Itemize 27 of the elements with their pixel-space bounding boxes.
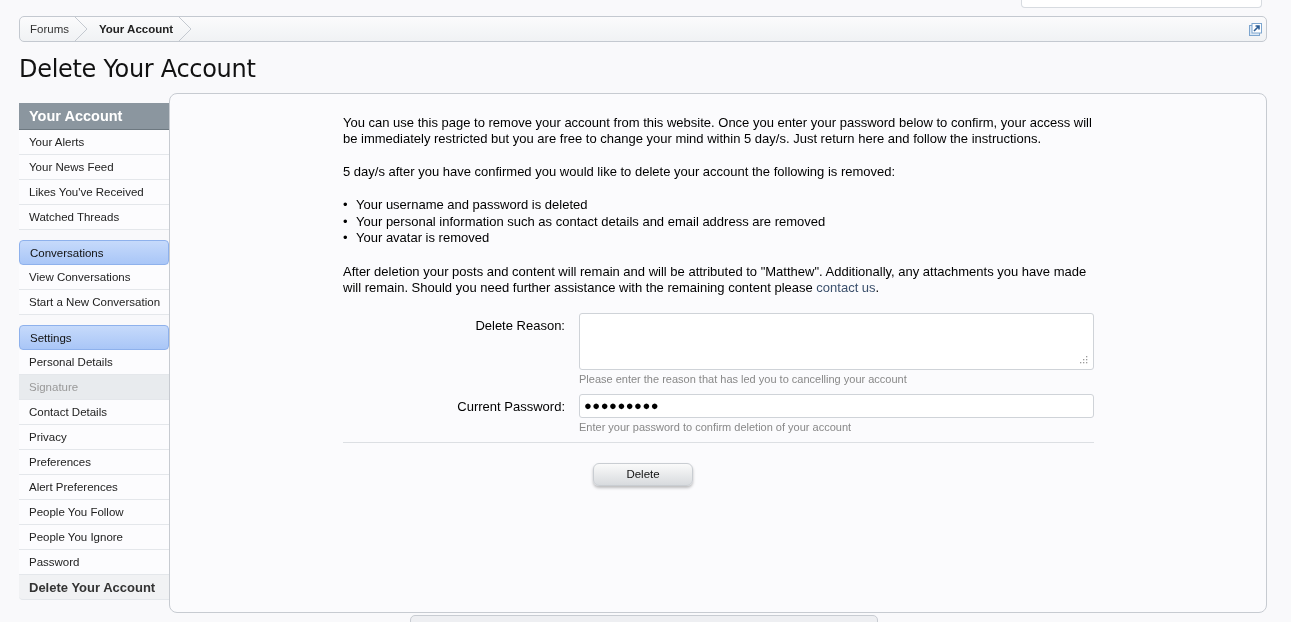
bullet-marker: •: [343, 230, 349, 247]
breadcrumb-link[interactable]: Forums: [20, 17, 87, 41]
field-label: Current Password:: [456, 397, 566, 414]
removal-item: Your personal information such as contact details and email address are removed: [356, 213, 826, 230]
sidebar-heading: Your Account: [19, 103, 169, 130]
retention-paragraph: After deletion your posts and content will remain and will be attributed to "Matthew". Additionally, any attachments you have made will remain. Should you need further assistance with the remaining content please contact us.: [343, 263, 1088, 296]
delete-button[interactable]: Delete: [593, 462, 693, 486]
sidebar-heading[interactable]: Conversations: [19, 240, 169, 265]
field-hint: Please enter the reason that has led you to cancelling your account: [579, 372, 908, 385]
page-title: Delete Your Account: [19, 55, 257, 83]
reason-field[interactable]: [579, 312, 1094, 370]
intro-paragraph: You can use this page to remove your account from this website. Once you enter your password below to confirm, your access will be immediately restricted but you are free to change your mind within 5 day/s. Just return here and follow the instructions.: [343, 115, 1093, 147]
bullet-marker: •: [343, 197, 349, 214]
breadcrumb-link[interactable]: Your Account: [89, 17, 192, 41]
bullet-marker: •: [343, 213, 349, 230]
field-label: Delete Reason:: [474, 316, 566, 333]
removal-item: Your username and password is deleted: [356, 197, 588, 214]
search-field[interactable]: [1021, 0, 1262, 8]
sidebar-heading[interactable]: Settings: [19, 325, 169, 350]
password-field[interactable]: ●●●●●●●●●: [579, 393, 1094, 418]
removal-lead: 5 day/s after you have confirmed you would like to delete your account the following is removed:: [343, 164, 897, 180]
field-hint: Enter your password to confirm deletion of your account: [579, 420, 853, 433]
contact-link[interactable]: contact us: [816, 279, 876, 295]
sidebar-item[interactable]: Delete Your Account: [19, 575, 169, 600]
removal-item: Your avatar is removed: [356, 230, 490, 247]
popup-icon[interactable]: [1249, 22, 1262, 36]
resize-grip-icon[interactable]: [1080, 355, 1088, 364]
